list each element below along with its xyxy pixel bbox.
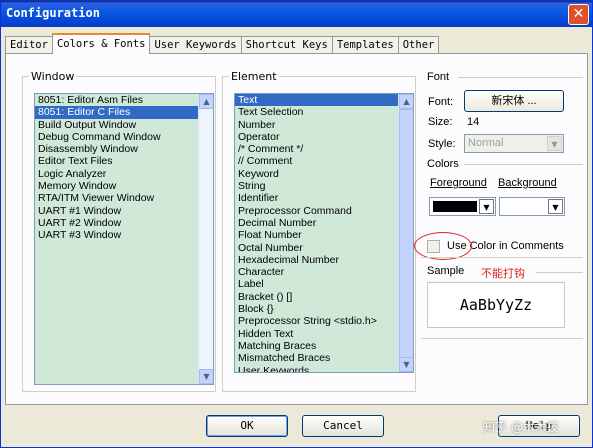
list-item[interactable]: Number — [235, 119, 413, 131]
chevron-down-icon[interactable]: ▼ — [548, 199, 563, 214]
scroll-down-icon[interactable]: ▼ — [199, 369, 213, 384]
element-list-scrollbar[interactable]: ▲ ▼ — [398, 94, 413, 372]
style-value: Normal — [468, 137, 504, 149]
tab-strip: Editor Colors & Fonts User Keywords Shor… — [5, 33, 440, 54]
list-item[interactable]: Logic Analyzer — [35, 168, 213, 180]
background-color-dropdown[interactable]: ▼ — [499, 197, 565, 216]
list-item[interactable]: Disassembly Window — [35, 143, 213, 155]
window-listbox[interactable]: 8051: Editor Asm Files 8051: Editor C Fil… — [34, 93, 214, 385]
scroll-thumb[interactable] — [399, 109, 413, 359]
list-item[interactable]: Operator — [235, 131, 413, 143]
sample-label: Sample — [427, 265, 465, 277]
list-item[interactable]: Text Selection — [235, 106, 413, 118]
list-item[interactable]: 8051: Editor Asm Files — [35, 94, 213, 106]
colors-group-line — [464, 164, 583, 165]
font-group-label: Font — [427, 71, 450, 83]
list-item[interactable]: UART #3 Window — [35, 229, 213, 241]
annotation-circle — [414, 232, 472, 260]
list-item[interactable]: RTA/ITM Viewer Window — [35, 192, 213, 204]
list-item[interactable]: Hexadecimal Number — [235, 254, 413, 266]
list-item[interactable]: Hidden Text — [235, 328, 413, 340]
tab-colors-fonts[interactable]: Colors & Fonts — [51, 33, 151, 54]
list-item[interactable]: Float Number — [235, 229, 413, 241]
list-item[interactable]: Debug Command Window — [35, 131, 213, 143]
sample-separator — [421, 257, 583, 258]
size-value: 14 — [467, 116, 480, 128]
list-item[interactable]: Preprocessor Command — [235, 205, 413, 217]
list-item[interactable]: String — [235, 180, 413, 192]
list-item[interactable]: Identifier — [235, 192, 413, 204]
tab-user-keywords[interactable]: User Keywords — [149, 36, 242, 54]
window-group-label: Window — [29, 70, 77, 83]
scroll-down-icon[interactable]: ▼ — [399, 357, 413, 372]
font-select-button[interactable]: 新宋体 ... — [464, 90, 564, 112]
list-item[interactable]: Preprocessor String <stdio.h> — [235, 315, 413, 327]
sample-preview: AaBbYyZz — [427, 282, 565, 328]
list-item[interactable]: // Comment — [235, 155, 413, 167]
foreground-label: Foreground — [430, 177, 487, 189]
style-dropdown[interactable]: Normal ▼ — [464, 134, 564, 153]
sample-group-line — [536, 272, 583, 273]
window-list-scrollbar[interactable]: ▲ ▼ — [198, 94, 213, 384]
annotation-text: 不能打钩 — [481, 267, 525, 280]
title-bar[interactable]: Configuration ✕ — [1, 1, 592, 27]
cancel-button[interactable]: Cancel — [302, 415, 384, 437]
element-group: Element Text Text Selection Number Operator… — [222, 70, 416, 392]
window-group: Window 8051: Editor Asm Files 8051: Edito… — [22, 70, 216, 392]
font-group-line — [458, 77, 583, 78]
list-item[interactable]: UART #1 Window — [35, 205, 213, 217]
colors-fonts-panel: Window 8051: Editor Asm Files 8051: Edito… — [5, 53, 588, 405]
list-item[interactable]: Matching Braces — [235, 340, 413, 352]
foreground-swatch — [433, 201, 477, 212]
list-item[interactable]: Mismatched Braces — [235, 352, 413, 364]
scroll-up-icon[interactable]: ▲ — [399, 94, 413, 109]
close-icon[interactable]: ✕ — [568, 4, 589, 25]
list-item[interactable]: Keyword — [235, 168, 413, 180]
element-group-label: Element — [229, 70, 279, 83]
list-item[interactable]: Editor Text Files — [35, 155, 213, 167]
list-item[interactable]: Character — [235, 266, 413, 278]
colors-group-label: Colors — [427, 158, 459, 170]
background-swatch — [503, 201, 547, 212]
chevron-down-icon[interactable]: ▼ — [479, 199, 494, 214]
tab-other[interactable]: Other — [397, 36, 440, 54]
tab-editor[interactable]: Editor — [5, 36, 53, 54]
element-listbox[interactable]: Text Text Selection Number Operator/* Comme… — [234, 93, 414, 373]
watermark: 知乎 @木木技 — [483, 420, 559, 434]
list-item[interactable]: Label — [235, 278, 413, 290]
list-item[interactable]: Memory Window — [35, 180, 213, 192]
tab-templates[interactable]: Templates — [331, 36, 399, 54]
sample-bottom-line — [421, 338, 583, 339]
ok-button[interactable]: OK — [206, 415, 288, 437]
foreground-color-dropdown[interactable]: ▼ — [429, 197, 496, 216]
list-item[interactable]: UART #2 Window — [35, 217, 213, 229]
list-item[interactable]: Block {} — [235, 303, 413, 315]
list-item[interactable]: 8051: Editor C Files — [35, 106, 213, 119]
list-item[interactable]: Decimal Number — [235, 217, 413, 229]
list-item[interactable]: Text — [235, 94, 413, 107]
list-item[interactable]: Bracket () [] — [235, 291, 413, 303]
list-item[interactable]: /* Comment */ — [235, 143, 413, 155]
scroll-up-icon[interactable]: ▲ — [199, 94, 213, 109]
list-item[interactable]: Octal Number — [235, 242, 413, 254]
chevron-down-icon[interactable]: ▼ — [547, 136, 562, 151]
configuration-dialog: Configuration ✕ Editor Colors & Fonts Us… — [0, 0, 593, 448]
background-label: Background — [498, 177, 557, 189]
list-item[interactable]: Build Output Window — [35, 119, 213, 131]
tab-shortcut-keys[interactable]: Shortcut Keys — [240, 36, 333, 54]
window-title: Configuration — [6, 6, 100, 20]
style-label: Style: — [428, 138, 456, 150]
size-label: Size: — [428, 116, 453, 128]
font-label: Font: — [428, 96, 454, 108]
list-item[interactable]: User Keywords — [235, 365, 413, 372]
